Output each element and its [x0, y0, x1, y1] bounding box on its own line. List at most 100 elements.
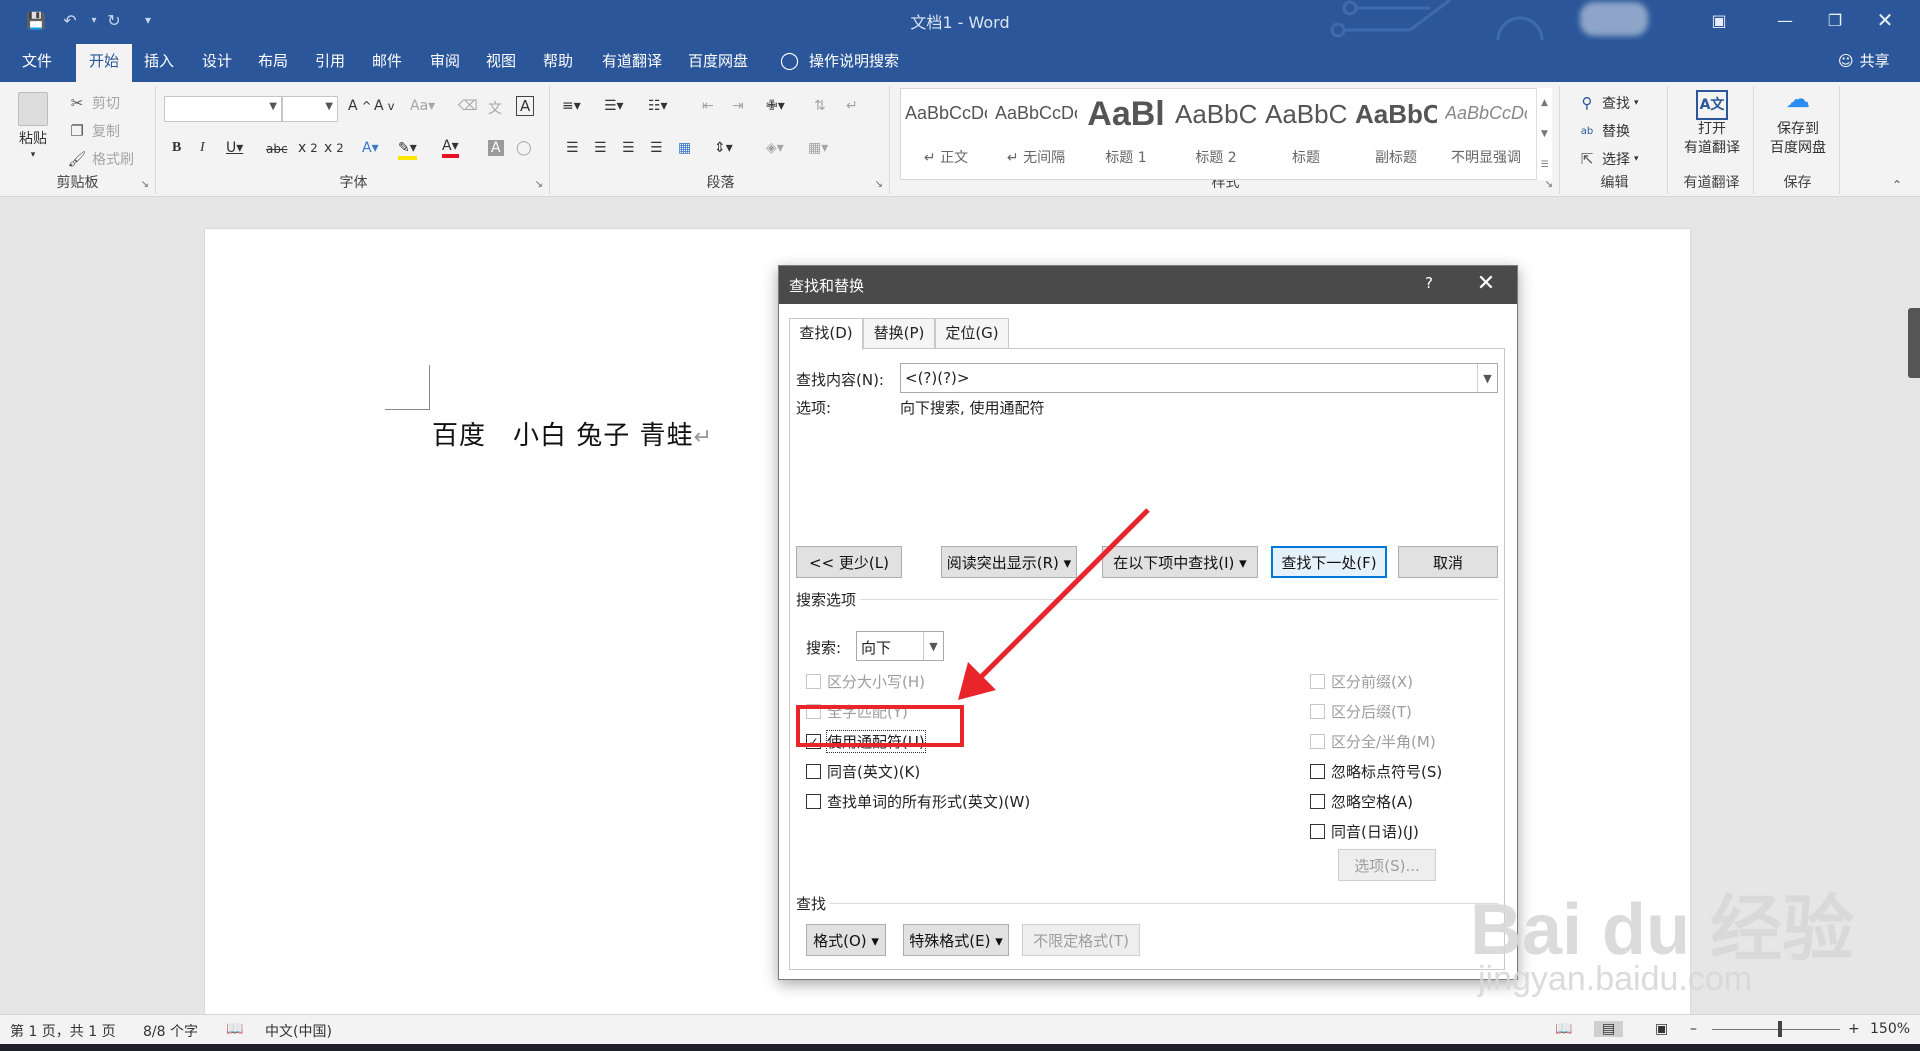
- copy-button[interactable]: ❐ 复制: [66, 120, 120, 142]
- shrink-font-icon[interactable]: Av: [374, 98, 394, 114]
- read-mode-icon[interactable]: 📖: [1555, 1021, 1572, 1037]
- tab-find[interactable]: 查找(D): [789, 318, 863, 350]
- redo-icon[interactable]: ↻: [102, 8, 126, 32]
- underline-icon[interactable]: U▾: [226, 140, 243, 156]
- align-center-icon[interactable]: ☰: [594, 140, 607, 156]
- side-scroll-handle[interactable]: [1908, 308, 1920, 378]
- tab-insert[interactable]: 插入: [136, 44, 182, 82]
- document-body-text[interactable]: 百度 小白 兔子 青蛙↵: [432, 415, 713, 452]
- sounds-like-japanese-checkbox[interactable]: 同音(日语)(J): [1310, 821, 1419, 842]
- find-next-button[interactable]: 查找下一处(F): [1271, 546, 1387, 578]
- bold-icon[interactable]: B: [172, 140, 181, 156]
- gallery-more-icon[interactable]: ☰: [1540, 160, 1548, 170]
- dialog-close-icon[interactable]: ✕: [1474, 271, 1498, 296]
- tab-baidu-netdisk[interactable]: 百度网盘: [682, 44, 754, 82]
- minimize-icon[interactable]: —: [1762, 0, 1808, 40]
- ignore-whitespace-checkbox[interactable]: 忽略空格(A): [1310, 791, 1413, 812]
- options-button[interactable]: 选项(S)...: [1338, 849, 1436, 881]
- zoom-slider[interactable]: [1712, 1029, 1840, 1030]
- find-in-button[interactable]: 在以下项中查找(I) ▾: [1102, 546, 1258, 578]
- ribbon-display-options-icon[interactable]: ▣: [1696, 0, 1742, 40]
- all-word-forms-checkbox[interactable]: 查找单词的所有形式(英文)(W): [806, 791, 1030, 812]
- tab-home[interactable]: 开始: [76, 44, 132, 82]
- strikethrough-icon[interactable]: abc: [266, 142, 288, 156]
- customize-quick-access-icon[interactable]: ▾: [136, 8, 160, 32]
- tell-me-search[interactable]: ◯ 操作说明搜索: [780, 44, 899, 78]
- page-count[interactable]: 第 1 页，共 1 页: [10, 1021, 116, 1041]
- save-to-baidu-button[interactable]: ☁ 保存到 百度网盘: [1760, 87, 1836, 158]
- match-suffix-checkbox[interactable]: 区分后缀(T): [1310, 701, 1412, 722]
- match-width-checkbox[interactable]: 区分全/半角(M): [1310, 731, 1436, 752]
- font-name-combo[interactable]: ▼: [164, 96, 282, 122]
- cancel-button[interactable]: 取消: [1398, 546, 1498, 578]
- special-button[interactable]: 特殊格式(E) ▾: [903, 924, 1009, 956]
- tab-file[interactable]: 文件: [12, 44, 62, 82]
- font-launcher-icon[interactable]: ↘: [535, 179, 543, 190]
- scroll-up-icon[interactable]: ▲: [1541, 98, 1548, 108]
- styles-launcher-icon[interactable]: ↘: [1545, 179, 1553, 190]
- justify-icon[interactable]: ☰: [650, 140, 663, 156]
- no-formatting-button[interactable]: 不限定格式(T): [1022, 924, 1140, 956]
- maximize-icon[interactable]: ❐: [1812, 0, 1858, 40]
- tab-review[interactable]: 审阅: [422, 44, 468, 82]
- chevron-down-icon[interactable]: ▼: [923, 632, 943, 660]
- cut-button[interactable]: ✂ 剪切: [66, 92, 120, 114]
- paragraph-launcher-icon[interactable]: ↘: [875, 179, 883, 190]
- dialog-title-bar[interactable]: 查找和替换 ? ✕: [779, 266, 1517, 304]
- tab-help[interactable]: 帮助: [535, 44, 581, 82]
- show-marks-icon[interactable]: ↵: [846, 98, 858, 114]
- shading-icon[interactable]: ◈▾: [766, 140, 784, 156]
- character-shading-icon[interactable]: A: [488, 140, 504, 156]
- print-layout-icon[interactable]: ▤: [1594, 1021, 1624, 1037]
- font-color-icon[interactable]: A▾: [442, 138, 459, 158]
- proofing-icon[interactable]: 📖: [226, 1021, 243, 1037]
- tab-mailings[interactable]: 邮件: [364, 44, 410, 82]
- tab-design[interactable]: 设计: [194, 44, 240, 82]
- word-count[interactable]: 8/8 个字: [143, 1021, 198, 1041]
- collapse-ribbon-icon[interactable]: ⌃: [1892, 178, 1902, 192]
- tab-view[interactable]: 视图: [478, 44, 524, 82]
- italic-icon[interactable]: I: [200, 140, 205, 156]
- style-heading-2[interactable]: AaBbC 标题 2: [1175, 93, 1257, 173]
- font-size-combo[interactable]: ▼: [282, 96, 338, 122]
- replace-button[interactable]: ab 替换: [1576, 120, 1630, 142]
- sort-icon[interactable]: ⇅: [814, 98, 826, 114]
- bullets-icon[interactable]: ≡▾: [562, 98, 581, 114]
- zoom-out-icon[interactable]: –: [1690, 1021, 1697, 1037]
- tab-layout[interactable]: 布局: [250, 44, 296, 82]
- close-icon[interactable]: ✕: [1862, 0, 1908, 40]
- decrease-indent-icon[interactable]: ⇤: [702, 98, 714, 114]
- paste-button[interactable]: 粘贴 ▾: [18, 92, 48, 160]
- tab-youdao[interactable]: 有道翻译: [596, 44, 668, 82]
- distributed-icon[interactable]: ▦: [678, 140, 691, 156]
- match-prefix-checkbox[interactable]: 区分前缀(X): [1310, 671, 1413, 692]
- select-button[interactable]: ⇱ 选择 ▾: [1576, 148, 1639, 170]
- style-heading-1[interactable]: AaBl 标题 1: [1085, 93, 1167, 173]
- zoom-slider-thumb[interactable]: [1777, 1021, 1782, 1037]
- share-button[interactable]: ☺ 共享: [1838, 44, 1890, 78]
- search-direction-select[interactable]: 向下 ▼: [856, 631, 944, 661]
- style-subtitle[interactable]: AaBbC 副标题: [1355, 93, 1437, 173]
- superscript-icon[interactable]: x2: [324, 140, 344, 156]
- highlight-color-icon[interactable]: ✎▾: [398, 140, 417, 160]
- help-icon[interactable]: ?: [1419, 274, 1439, 292]
- zoom-in-icon[interactable]: +: [1848, 1021, 1860, 1037]
- styles-gallery-scroll[interactable]: ▲ ▼ ☰: [1536, 88, 1552, 180]
- ignore-punctuation-checkbox[interactable]: 忽略标点符号(S): [1310, 761, 1442, 782]
- tab-replace[interactable]: 替换(P): [863, 318, 935, 348]
- language-indicator[interactable]: 中文(中国): [265, 1021, 332, 1041]
- style-no-spacing[interactable]: AaBbCcDc ↵ 无间隔: [995, 93, 1077, 173]
- open-youdao-button[interactable]: A文 打开 有道翻译: [1676, 90, 1748, 158]
- chinese-layout-icon[interactable]: ✙▾: [766, 98, 785, 114]
- save-icon[interactable]: 💾: [24, 8, 48, 32]
- increase-indent-icon[interactable]: ⇥: [732, 98, 744, 114]
- undo-icon[interactable]: ↶: [58, 8, 82, 32]
- tab-references[interactable]: 引用: [307, 44, 353, 82]
- web-layout-icon[interactable]: ▣: [1655, 1021, 1668, 1037]
- text-effects-icon[interactable]: A▾: [362, 140, 379, 156]
- match-case-checkbox[interactable]: 区分大小写(H): [806, 671, 925, 692]
- clipboard-launcher-icon[interactable]: ↘: [141, 179, 149, 190]
- borders-icon[interactable]: ▦▾: [808, 140, 828, 156]
- style-subtle-emphasis[interactable]: AaBbCcDc 不明显强调: [1445, 93, 1527, 173]
- reading-highlight-button[interactable]: 阅读突出显示(R) ▾: [941, 546, 1077, 578]
